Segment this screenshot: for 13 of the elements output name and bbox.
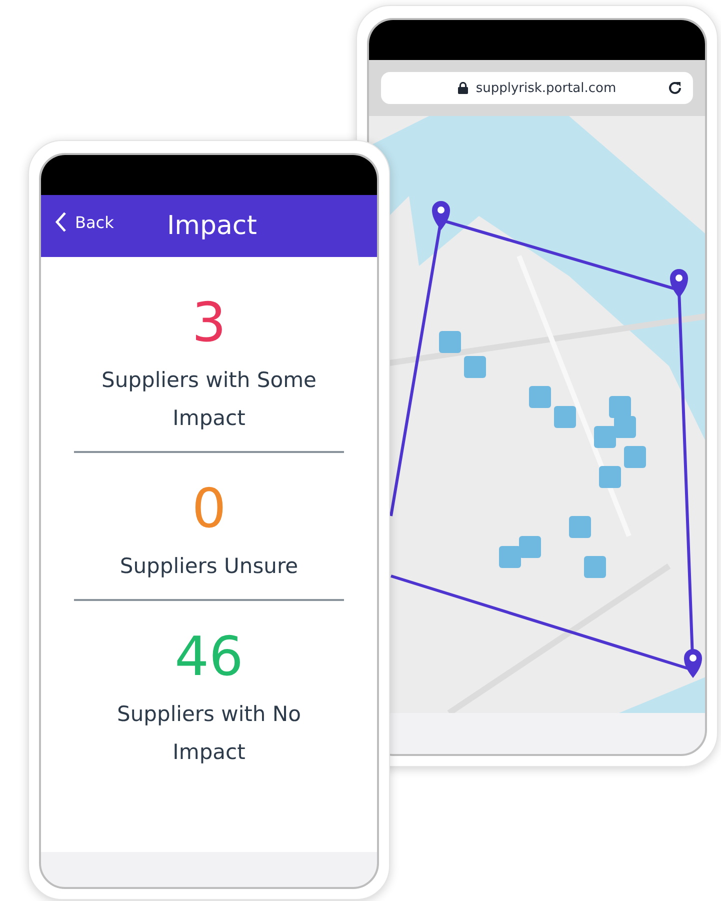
stat-number: 0 [192,476,226,542]
url-text: supplyrisk.portal.com [476,80,616,96]
screen-title: Impact [167,211,257,241]
lock-icon [458,82,468,94]
stat-label: Suppliers with Some Impact [100,367,318,432]
stat-label: Suppliers Unsure [118,553,300,580]
stat-label: Suppliers with No Impact [116,701,302,766]
chevron-left-icon [55,211,67,233]
stat-number: 3 [192,290,226,356]
reload-icon[interactable] [667,80,683,96]
back-button[interactable]: Back [55,211,114,233]
address-bar[interactable]: supplyrisk.portal.com [381,72,693,104]
stat-number: 46 [174,624,244,690]
